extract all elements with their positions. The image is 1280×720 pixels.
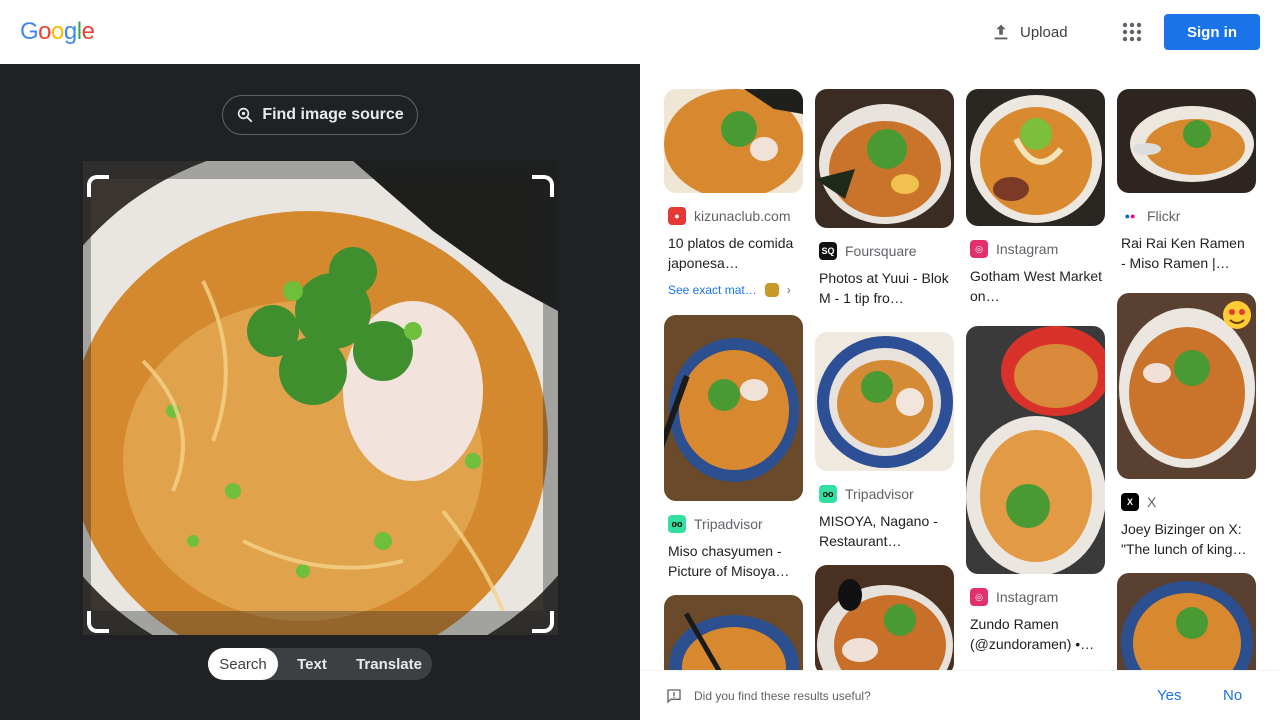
result-source-name: X bbox=[1147, 494, 1157, 510]
logo-letter: o bbox=[38, 18, 52, 45]
query-image bbox=[83, 161, 558, 635]
top-bar: Google Upload Sign in bbox=[0, 0, 1280, 64]
result-source-name: Flickr bbox=[1147, 208, 1181, 224]
result-title: 10 platos de comida japonesa… bbox=[668, 235, 794, 271]
result-card[interactable]: SQ Foursquare Photos at Yuui - Blok M - … bbox=[815, 89, 954, 308]
result-thumbnail bbox=[966, 326, 1105, 574]
result-source-name: Instagram bbox=[996, 241, 1059, 257]
mode-translate-tab[interactable]: Translate bbox=[346, 648, 432, 680]
see-exact-matches-label: See exact mat… bbox=[668, 283, 757, 297]
result-thumbnail bbox=[1117, 573, 1256, 670]
result-thumbnail bbox=[1117, 89, 1256, 193]
chevron-right-icon: › bbox=[786, 283, 791, 297]
crop-handle-bottom-right[interactable] bbox=[532, 611, 554, 633]
result-card[interactable]: oo Tripadvisor MISOYA, Nagano - Restaura… bbox=[815, 332, 954, 551]
result-card[interactable]: ◎ Instagram Zundo Ramen (@zundoramen) •… bbox=[966, 326, 1105, 654]
result-source: ◎ Instagram bbox=[970, 240, 1105, 258]
mode-search-tab[interactable]: Search bbox=[208, 648, 278, 680]
crop-selection[interactable] bbox=[91, 179, 551, 629]
tripadvisor-favicon-icon: oo bbox=[819, 485, 837, 503]
lens-search-icon bbox=[238, 107, 253, 123]
result-title: Joey Bizinger on X: "The lunch of king… bbox=[1121, 521, 1247, 557]
upload-button[interactable]: Upload bbox=[990, 18, 1068, 46]
result-title: Zundo Ramen (@zundoramen) •… bbox=[970, 616, 1095, 652]
feedback-yes-button[interactable]: Yes bbox=[1157, 687, 1181, 704]
find-image-source-label: Find image source bbox=[262, 106, 404, 123]
google-logo[interactable]: Google bbox=[20, 18, 95, 46]
result-card[interactable] bbox=[1117, 573, 1256, 670]
result-source: ● ● Flickr bbox=[1121, 207, 1256, 225]
result-title: MISOYA, Nagano - Restaurant… bbox=[819, 513, 938, 549]
result-thumbnail bbox=[664, 315, 803, 501]
results-column: ● kizunaclub.com 10 platos de comida jap… bbox=[664, 89, 803, 670]
sign-in-button[interactable]: Sign in bbox=[1164, 14, 1260, 50]
logo-letter: g bbox=[63, 18, 77, 45]
find-image-source-button[interactable]: Find image source bbox=[222, 95, 418, 135]
foursquare-favicon-icon: SQ bbox=[819, 242, 837, 260]
result-card[interactable]: ● kizunaclub.com 10 platos de comida jap… bbox=[664, 89, 803, 297]
result-thumbnail bbox=[815, 332, 954, 471]
kizunaclub-favicon-icon: ● bbox=[668, 207, 686, 225]
results-column: ◎ Instagram Gotham West Market on… ◎ Ins… bbox=[966, 89, 1105, 668]
feedback-bar: Did you find these results useful? Yes N… bbox=[640, 670, 1280, 720]
crop-handle-bottom-left[interactable] bbox=[87, 611, 109, 633]
result-thumbnail bbox=[1117, 293, 1256, 479]
logo-letter: G bbox=[20, 18, 39, 45]
result-source: oo Tripadvisor bbox=[668, 515, 803, 533]
result-title: Miso chasyumen - Picture of Misoya… bbox=[668, 543, 790, 579]
result-source: ◎ Instagram bbox=[970, 588, 1105, 606]
result-source-name: Foursquare bbox=[845, 243, 917, 259]
result-source: X X bbox=[1121, 493, 1256, 511]
cropped-photo bbox=[91, 179, 543, 611]
lens-image-panel: Find image source Search Text Translate bbox=[0, 64, 640, 720]
result-title: Gotham West Market on… bbox=[970, 268, 1102, 304]
crop-handle-top-left[interactable] bbox=[87, 175, 109, 197]
visual-matches-panel: ● kizunaclub.com 10 platos de comida jap… bbox=[640, 64, 1280, 670]
apps-grid-icon[interactable] bbox=[1120, 20, 1144, 44]
result-source-name: Tripadvisor bbox=[845, 486, 914, 502]
mode-text-tab[interactable]: Text bbox=[278, 648, 346, 680]
x-favicon-icon: X bbox=[1121, 493, 1139, 511]
upload-icon bbox=[994, 24, 1008, 40]
exact-match-thumbnail-icon bbox=[764, 283, 779, 297]
instagram-favicon-icon: ◎ bbox=[970, 240, 988, 258]
feedback-question: Did you find these results useful? bbox=[694, 689, 871, 703]
result-card[interactable]: X X Joey Bizinger on X: "The lunch of ki… bbox=[1117, 293, 1256, 559]
result-title: Photos at Yuui - Blok M - 1 tip fro… bbox=[819, 270, 949, 306]
result-source-name: Instagram bbox=[996, 589, 1059, 605]
instagram-favicon-icon: ◎ bbox=[970, 588, 988, 606]
see-exact-matches-link[interactable]: See exact mat… › bbox=[668, 283, 803, 297]
tripadvisor-favicon-icon: oo bbox=[668, 515, 686, 533]
results-column: ● ● Flickr Rai Rai Ken Ramen - Miso Ramen… bbox=[1117, 89, 1256, 670]
result-card[interactable]: ◎ Instagram Gotham West Market on… bbox=[966, 89, 1105, 306]
result-card[interactable]: ● ● Flickr Rai Rai Ken Ramen - Miso Ramen… bbox=[1117, 89, 1256, 273]
results-column: SQ Foursquare Photos at Yuui - Blok M - … bbox=[815, 89, 954, 670]
result-source: SQ Foursquare bbox=[819, 242, 954, 260]
result-source: oo Tripadvisor bbox=[819, 485, 954, 503]
logo-letter: o bbox=[51, 18, 64, 45]
feedback-no-button[interactable]: No bbox=[1223, 687, 1242, 704]
crop-handle-top-right[interactable] bbox=[532, 175, 554, 197]
flickr-favicon-icon: ● ● bbox=[1121, 207, 1139, 225]
result-card[interactable] bbox=[815, 565, 954, 670]
result-card[interactable]: oo Tripadvisor Miso chasyumen - Picture … bbox=[664, 315, 803, 581]
result-thumbnail bbox=[664, 89, 803, 193]
result-thumbnail bbox=[815, 89, 954, 228]
result-title: Rai Rai Ken Ramen - Miso Ramen |… bbox=[1121, 235, 1245, 271]
result-thumbnail bbox=[966, 89, 1105, 226]
logo-letter: e bbox=[81, 18, 95, 45]
upload-label: Upload bbox=[1020, 23, 1068, 41]
result-source: ● kizunaclub.com bbox=[668, 207, 803, 225]
result-source-name: Tripadvisor bbox=[694, 516, 763, 532]
feedback-icon bbox=[667, 689, 681, 704]
result-card[interactable] bbox=[664, 595, 803, 670]
result-thumbnail bbox=[664, 595, 803, 670]
lens-mode-switch: Search Text Translate bbox=[208, 648, 432, 680]
result-source-name: kizunaclub.com bbox=[694, 208, 791, 224]
result-thumbnail bbox=[815, 565, 954, 670]
